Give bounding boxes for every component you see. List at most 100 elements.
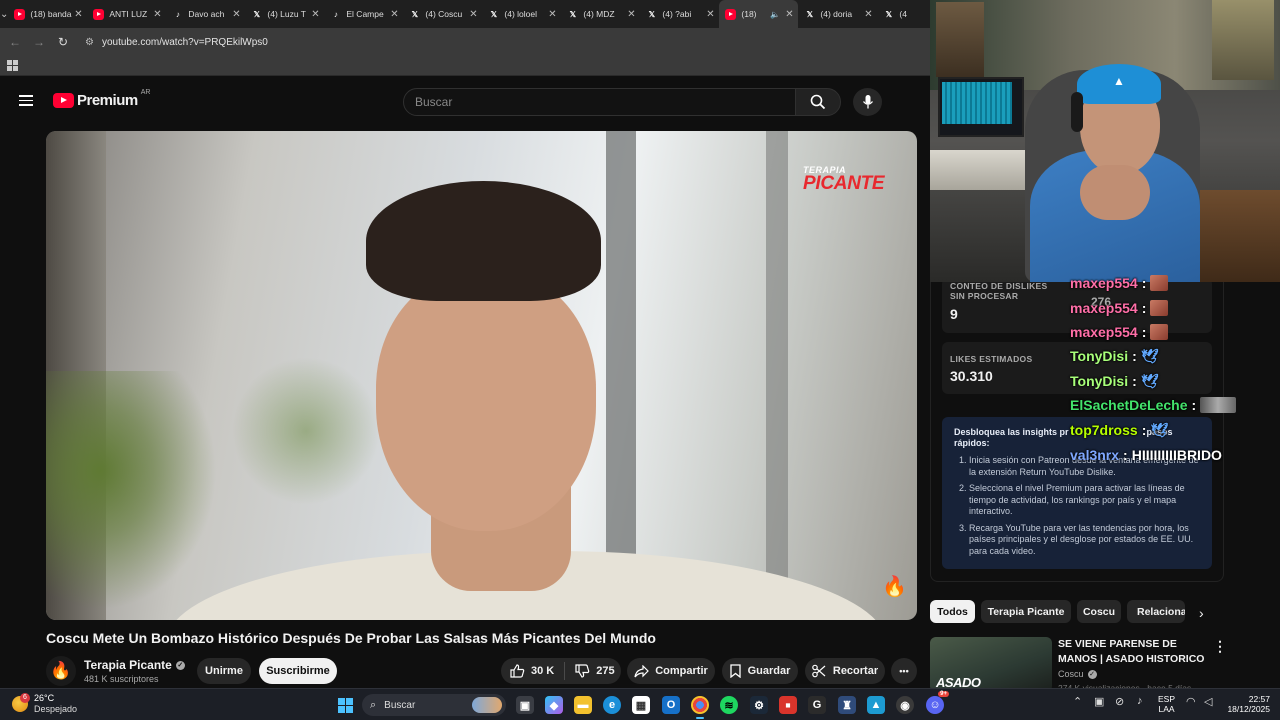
browser-tab[interactable]: ANTI LUZ ✕: [87, 0, 166, 28]
youtube-logo[interactable]: Premium AR: [53, 89, 150, 109]
chip-related[interactable]: Relacionado: [1127, 600, 1185, 623]
like-divider: [564, 662, 566, 680]
tab-audio-icon[interactable]: 🔈: [770, 10, 780, 19]
steam-icon[interactable]: ⚙: [750, 696, 768, 714]
browser-tab[interactable]: (18) banda ✕: [8, 0, 87, 28]
weather-temp: 26°C: [34, 693, 55, 703]
spotify-icon[interactable]: ≋: [720, 696, 738, 714]
file-explorer-icon[interactable]: ▬: [574, 696, 592, 714]
clip-button[interactable]: Recortar: [805, 658, 885, 684]
subscribe-label: Suscribirme: [266, 665, 330, 677]
like-button[interactable]: 30 K: [510, 664, 554, 678]
insights-step: Selecciona el nivel Premium para activar…: [969, 483, 1200, 518]
reload-icon[interactable]: ↻: [51, 35, 75, 49]
chat-message: maxep554:: [1070, 300, 1169, 316]
back-icon[interactable]: ←: [3, 35, 27, 49]
chat-message: ElSachetDeLeche:: [1070, 397, 1237, 413]
browser-tab[interactable]: 𝕏 (4) loloel ✕: [482, 0, 561, 28]
discord-icon[interactable]: ☺ 9+: [926, 691, 949, 714]
photos-icon[interactable]: ▲: [867, 696, 885, 714]
tray-app-2-icon[interactable]: ⊘: [1115, 695, 1124, 708]
outlook-icon[interactable]: O: [662, 696, 680, 714]
close-tab-icon[interactable]: ✕: [626, 9, 636, 20]
channel-avatar[interactable]: 🔥: [46, 656, 76, 686]
browser-tab[interactable]: 𝕏 (4) Luzu T ✕: [245, 0, 324, 28]
forward-icon[interactable]: →: [27, 35, 51, 49]
close-tab-icon[interactable]: ✕: [152, 9, 162, 20]
dislike-button[interactable]: 275: [575, 664, 615, 678]
tray-app-icon[interactable]: ▣: [1094, 695, 1104, 708]
browser-tab[interactable]: 𝕏 (4) doria ✕: [798, 0, 877, 28]
browser-tab[interactable]: 𝕏 (4) Coscu ✕: [403, 0, 482, 28]
more-actions-button[interactable]: •••: [891, 658, 917, 684]
clock[interactable]: 22:57 18/12/2025: [1222, 694, 1270, 714]
chat-separator: :: [1123, 447, 1128, 463]
obs-icon[interactable]: ◉: [896, 696, 914, 714]
close-tab-icon[interactable]: ✕: [863, 9, 873, 20]
close-tab-icon[interactable]: ✕: [547, 9, 557, 20]
channel-name-row[interactable]: Terapia Picante ✓: [84, 658, 185, 672]
share-button[interactable]: Compartir: [627, 658, 715, 684]
thumbs-up-icon: [510, 664, 525, 678]
chip-terapia-picante[interactable]: Terapia Picante: [981, 600, 1071, 623]
volume-icon[interactable]: ◁: [1204, 695, 1212, 708]
browser-tab[interactable]: 𝕏 (4) ?abi ✕: [640, 0, 719, 28]
like-dislike-group: 30 K 275: [501, 658, 621, 684]
close-tab-icon[interactable]: ✕: [231, 9, 241, 20]
copilot-icon[interactable]: ◆: [545, 696, 563, 714]
browser-tab[interactable]: (18) 🔈 ✕: [719, 0, 799, 28]
recommended-channel-row[interactable]: Coscu ✓: [1058, 669, 1097, 679]
game-app-icon[interactable]: ◼: [779, 696, 797, 714]
chat-username: ElSachetDeLeche: [1070, 397, 1188, 413]
kebab-menu-icon[interactable]: ⋮: [1213, 638, 1227, 655]
microphone-tray-icon[interactable]: ♪: [1137, 695, 1143, 707]
taskbar-search[interactable]: ⌕ Buscar: [362, 694, 506, 716]
browser-tab[interactable]: 𝕏 (4) MDZ ✕: [561, 0, 640, 28]
search-button[interactable]: [795, 88, 841, 116]
save-button[interactable]: Guardar: [722, 658, 798, 684]
store-icon[interactable]: ▦: [632, 696, 650, 714]
wifi-icon[interactable]: ◠: [1186, 695, 1196, 708]
url-field[interactable]: ⚙ youtube.com/watch?v=PRQEkilWps0: [85, 37, 268, 48]
x-icon: 𝕏: [648, 9, 656, 19]
webcam-floor: [1200, 190, 1280, 282]
recommended-thumbnail[interactable]: ASADO: [930, 637, 1052, 692]
language-indicator[interactable]: ESP LAA: [1158, 694, 1175, 714]
apps-grid-icon[interactable]: [7, 60, 18, 71]
voice-search-button[interactable]: [853, 88, 882, 116]
close-tab-icon[interactable]: ✕: [468, 9, 478, 20]
close-tab-icon[interactable]: ✕: [389, 9, 399, 20]
site-info-icon[interactable]: ⚙: [85, 37, 94, 48]
search-input[interactable]: [415, 95, 795, 109]
close-tab-icon[interactable]: ✕: [73, 9, 83, 20]
recommended-title[interactable]: SE VIENE PARENSE DE MANOS | ASADO HISTOR…: [1058, 637, 1208, 666]
chat-username: maxep554: [1070, 275, 1138, 291]
edge-icon[interactable]: e: [603, 696, 621, 714]
flame-watermark-icon[interactable]: 🔥: [882, 574, 907, 599]
weather-widget[interactable]: 6 26°C Despejado: [12, 693, 77, 715]
chip-coscu[interactable]: Coscu: [1077, 600, 1121, 623]
browser-tab[interactable]: ♪ Davo ach ✕: [166, 0, 245, 28]
subscribe-button[interactable]: Suscribirme: [259, 658, 337, 684]
chevron-right-icon[interactable]: ›: [1199, 605, 1204, 621]
close-tab-icon[interactable]: ✕: [784, 9, 794, 20]
start-button[interactable]: [338, 698, 353, 713]
tray-expand-icon[interactable]: ⌃: [1073, 695, 1082, 708]
close-tab-icon[interactable]: ✕: [705, 9, 715, 20]
menu-icon[interactable]: [19, 95, 33, 106]
tab-search-button[interactable]: ⌄: [0, 0, 8, 28]
tab-title: ANTI LUZ: [109, 9, 148, 19]
close-tab-icon[interactable]: ✕: [310, 9, 320, 20]
task-view-icon[interactable]: ▣: [516, 696, 534, 714]
launcher-icon[interactable]: G: [808, 696, 826, 714]
chip-all[interactable]: Todos: [930, 600, 975, 623]
video-player[interactable]: TERAPIA PICANTE 🔥: [46, 131, 917, 620]
join-button[interactable]: Unirme: [197, 658, 251, 684]
app-icon[interactable]: ♜: [838, 696, 856, 714]
chat-emote-icon: [1150, 275, 1169, 291]
chat-emote-icon: [1200, 397, 1237, 413]
chrome-icon[interactable]: [691, 696, 709, 719]
chat-separator: :: [1141, 275, 1147, 291]
browser-tab[interactable]: ♪ El Campe ✕: [324, 0, 403, 28]
chat-message: TonyDisi: 🕊: [1070, 348, 1159, 364]
